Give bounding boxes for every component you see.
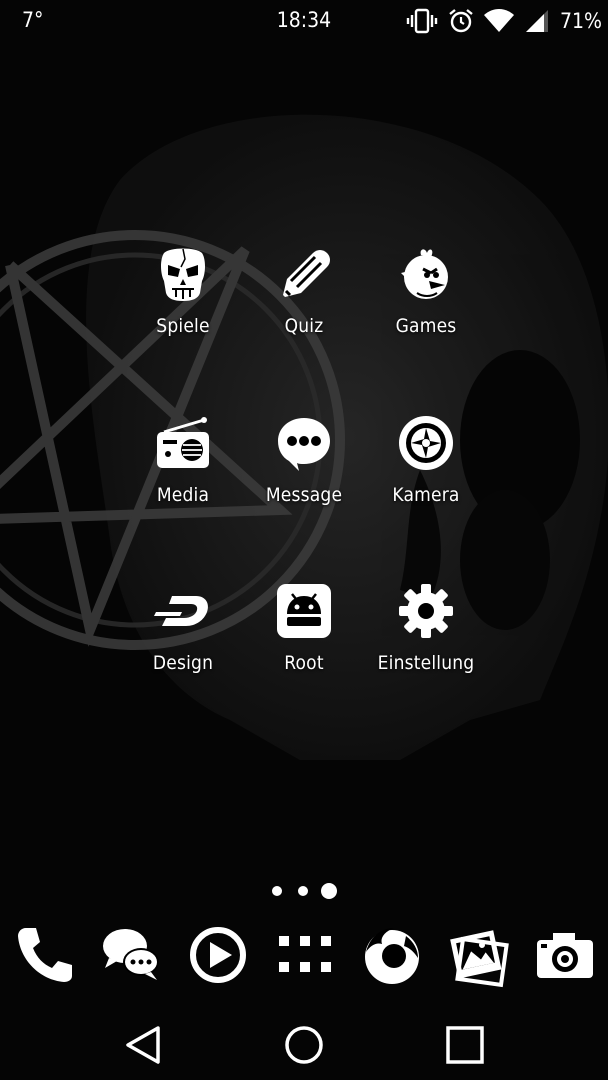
design-d-icon (154, 596, 208, 626)
camera-icon (537, 933, 593, 978)
page-dot-active[interactable] (321, 883, 337, 899)
dock-browser[interactable] (360, 922, 424, 988)
app-label: Media (156, 484, 210, 506)
app-spiele[interactable]: Spiele (118, 245, 248, 337)
chat-bubble-icon (278, 418, 330, 471)
dock-messaging[interactable] (99, 922, 163, 988)
aperture-icon (399, 416, 453, 470)
app-label: Spiele (156, 315, 210, 337)
firefox-icon (365, 928, 419, 984)
dock-app-drawer[interactable] (273, 922, 337, 988)
app-drawer-icon (279, 936, 331, 972)
app-label: Root (284, 652, 324, 674)
dock-music-player[interactable] (186, 922, 250, 988)
nav-recents-button[interactable] (440, 1020, 490, 1070)
app-root[interactable]: Root (239, 582, 369, 674)
angry-bird-icon (401, 249, 448, 299)
wifi-icon (484, 9, 514, 32)
wallpaper (0, 0, 608, 1080)
app-games[interactable]: Games (361, 245, 491, 337)
vibrate-icon (406, 8, 438, 34)
app-label: Quiz (284, 315, 324, 337)
app-label: Kamera (392, 484, 460, 506)
android-icon (277, 584, 331, 638)
app-design[interactable]: Design (118, 582, 248, 674)
home-icon (285, 1026, 323, 1064)
messaging-icon (103, 929, 159, 980)
app-quiz[interactable]: Quiz (239, 245, 369, 337)
app-label: Einstellung (377, 652, 475, 674)
app-media[interactable]: Media (118, 414, 248, 506)
nav-home-button[interactable] (279, 1020, 329, 1070)
nav-back-button[interactable] (118, 1020, 168, 1070)
status-icons: 71% (406, 6, 602, 36)
page-dot[interactable] (272, 886, 282, 896)
skull-icon (161, 248, 205, 301)
battery-level: 71% (560, 9, 602, 33)
pencil-icon (283, 250, 330, 297)
app-label: Message (265, 484, 343, 506)
radio-icon (157, 417, 209, 468)
status-bar: 7° 18:34 71% (0, 0, 608, 44)
dock-phone[interactable] (12, 922, 76, 988)
page-indicator[interactable] (0, 883, 608, 899)
signal-icon (526, 10, 548, 32)
gear-icon (399, 584, 453, 638)
dock-gallery[interactable] (446, 922, 510, 988)
dock-camera[interactable] (533, 922, 597, 988)
play-icon (190, 927, 246, 983)
app-einstellung[interactable]: Einstellung (361, 582, 491, 674)
back-icon (126, 1026, 160, 1064)
phone-icon (18, 928, 72, 982)
app-label: Design (152, 652, 214, 674)
app-kamera[interactable]: Kamera (361, 414, 491, 506)
app-label: Games (395, 315, 457, 337)
page-dot[interactable] (298, 886, 308, 896)
app-message[interactable]: Message (239, 414, 369, 506)
alarm-icon (449, 9, 473, 33)
recents-icon (446, 1026, 484, 1064)
gallery-icon (450, 930, 509, 988)
